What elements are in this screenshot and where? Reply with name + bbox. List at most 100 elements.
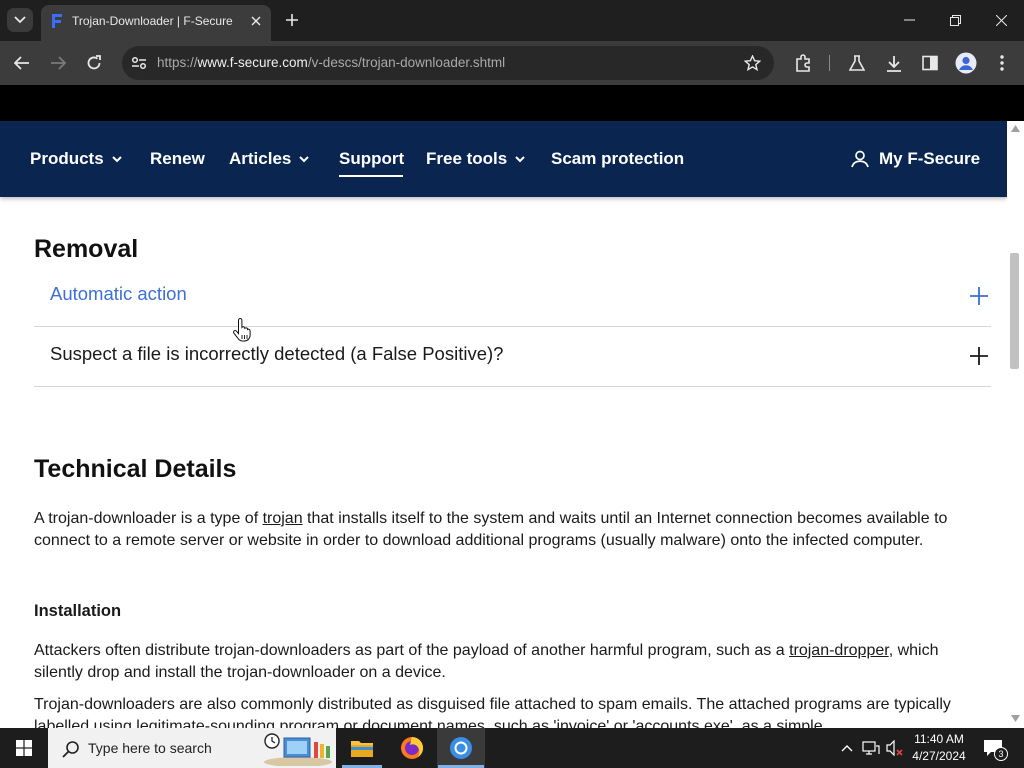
nav-renew[interactable]: Renew — [150, 149, 205, 169]
page-top-band — [0, 85, 1024, 121]
folder-icon — [351, 741, 373, 757]
url-path: /v-descs/trojan-downloader.shtml — [307, 55, 506, 70]
plus-icon — [286, 14, 298, 26]
windows-logo-icon — [16, 740, 32, 756]
nav-support-label: Support — [339, 149, 405, 168]
flask-icon — [849, 54, 865, 71]
clock-date: 4/27/2024 — [912, 749, 966, 763]
scroll-up-arrow-icon[interactable] — [1011, 125, 1020, 132]
download-icon — [887, 55, 901, 72]
page-scrollbar[interactable] — [1007, 121, 1024, 728]
new-tab-button[interactable] — [281, 9, 303, 31]
install-p1-text-start: Attackers often distribute trojan-downlo… — [34, 642, 790, 659]
chevron-down-icon — [111, 156, 122, 163]
removal-heading: Removal — [34, 235, 139, 263]
clock-time: 11:40 AM — [914, 732, 964, 746]
site-navigation: Products Renew Articles Support Free too… — [0, 121, 1007, 197]
search-icon — [62, 741, 79, 758]
accordion-label: Automatic action — [50, 283, 187, 304]
nav-my-fsecure[interactable]: My F-Secure — [850, 149, 980, 169]
expand-plus-icon[interactable] — [969, 346, 989, 366]
taskbar-chrome[interactable] — [437, 728, 485, 768]
volume-control[interactable] — [886, 738, 904, 758]
browser-menu-button[interactable] — [990, 51, 1014, 75]
speaker-muted-icon — [886, 740, 903, 756]
nav-articles[interactable]: Articles — [229, 149, 310, 169]
nav-my-fsecure-label: My F-Secure — [879, 149, 981, 168]
minimize-icon — [903, 19, 915, 21]
main-content: Removal Automatic action Suspect a file … — [0, 197, 1007, 728]
taskbar-firefox[interactable] — [388, 728, 436, 768]
puzzle-icon — [796, 54, 810, 72]
close-icon — [251, 16, 261, 26]
nav-products-label: Products — [30, 149, 104, 168]
side-panel-button[interactable] — [918, 51, 942, 75]
taskbar-file-explorer[interactable] — [338, 728, 386, 768]
avatar-icon — [955, 52, 977, 74]
intro-text-start: A trojan-downloader is a type of — [34, 510, 263, 527]
notifications-button[interactable]: 3 — [980, 736, 1010, 761]
site-settings-icon[interactable] — [131, 56, 147, 70]
nav-products[interactable]: Products — [30, 149, 123, 169]
accordion-label: Suspect a file is incorrectly detected (… — [50, 343, 504, 364]
restore-icon — [949, 14, 961, 26]
more-vertical-icon — [1000, 55, 1004, 71]
labs-button[interactable] — [845, 51, 869, 75]
tab-title: Trojan-Downloader | F-Secure — [72, 14, 233, 28]
tab-search-button[interactable] — [7, 8, 33, 32]
taskbar-search-box[interactable]: Type here to search — [48, 728, 336, 768]
notification-count-badge: 3 — [994, 747, 1008, 761]
search-placeholder: Type here to search — [88, 740, 212, 756]
nav-scam-protection-label: Scam protection — [551, 149, 685, 168]
nav-free-tools[interactable]: Free tools — [426, 149, 526, 169]
expand-plus-icon[interactable] — [969, 286, 989, 306]
chrome-icon — [450, 737, 472, 759]
show-hidden-icons-button[interactable] — [838, 738, 856, 758]
hand-pointer-cursor-icon — [233, 318, 251, 342]
start-button[interactable] — [0, 728, 48, 768]
installation-paragraph-2: Trojan-downloaders are also commonly dis… — [34, 696, 951, 728]
scrollbar-thumb[interactable] — [1010, 253, 1019, 369]
back-button[interactable] — [10, 51, 34, 75]
restore-window-button[interactable] — [943, 8, 967, 32]
url-domain: www.f-secure.com — [197, 55, 308, 70]
firefox-icon — [401, 737, 423, 759]
nav-support[interactable]: Support — [339, 149, 404, 169]
address-bar[interactable]: https://www.f-secure.com/v-descs/trojan-… — [122, 46, 774, 80]
browser-tab-strip: Trojan-Downloader | F-Secure — [0, 0, 1024, 41]
browser-tab-active[interactable]: Trojan-Downloader | F-Secure — [41, 5, 271, 41]
profile-button[interactable] — [954, 51, 978, 75]
user-icon — [851, 150, 869, 168]
toolbar-divider — [829, 55, 830, 71]
close-icon — [995, 14, 1007, 26]
network-status[interactable] — [862, 738, 880, 758]
technical-intro-paragraph: A trojan-downloader is a type of trojan … — [34, 508, 979, 552]
back-arrow-icon — [14, 56, 29, 70]
installation-paragraph-1: Attackers often distribute trojan-downlo… — [34, 640, 979, 684]
close-window-button[interactable] — [989, 8, 1013, 32]
minimize-window-button[interactable] — [897, 8, 921, 32]
tab-close-button[interactable] — [246, 11, 266, 31]
bookmark-star-icon[interactable] — [744, 55, 761, 71]
nav-renew-label: Renew — [150, 149, 205, 168]
trojan-link[interactable]: trojan — [263, 510, 303, 527]
browser-toolbar: https://www.f-secure.com/v-descs/trojan-… — [0, 41, 1024, 85]
side-panel-icon — [922, 55, 938, 71]
chevron-down-icon — [14, 16, 26, 24]
scroll-down-arrow-icon[interactable] — [1011, 715, 1020, 722]
reload-button[interactable] — [82, 51, 106, 75]
chevron-down-icon — [299, 156, 310, 163]
forward-button[interactable] — [46, 51, 70, 75]
trojan-dropper-link[interactable]: trojan-dropper — [789, 642, 889, 659]
chevron-up-icon — [841, 745, 853, 752]
nav-articles-label: Articles — [229, 149, 292, 168]
nav-scam-protection[interactable]: Scam protection — [551, 149, 684, 169]
downloads-button[interactable] — [882, 51, 906, 75]
extensions-button[interactable] — [792, 51, 816, 75]
system-clock[interactable]: 11:40 AM 4/27/2024 — [904, 731, 974, 765]
forward-arrow-icon — [51, 56, 66, 70]
search-highlight-illustration-icon — [264, 733, 332, 766]
accordion-false-positive[interactable]: Suspect a file is incorrectly detected (… — [34, 327, 991, 387]
installation-heading: Installation — [34, 602, 122, 620]
accordion-automatic-action[interactable]: Automatic action — [34, 267, 991, 327]
